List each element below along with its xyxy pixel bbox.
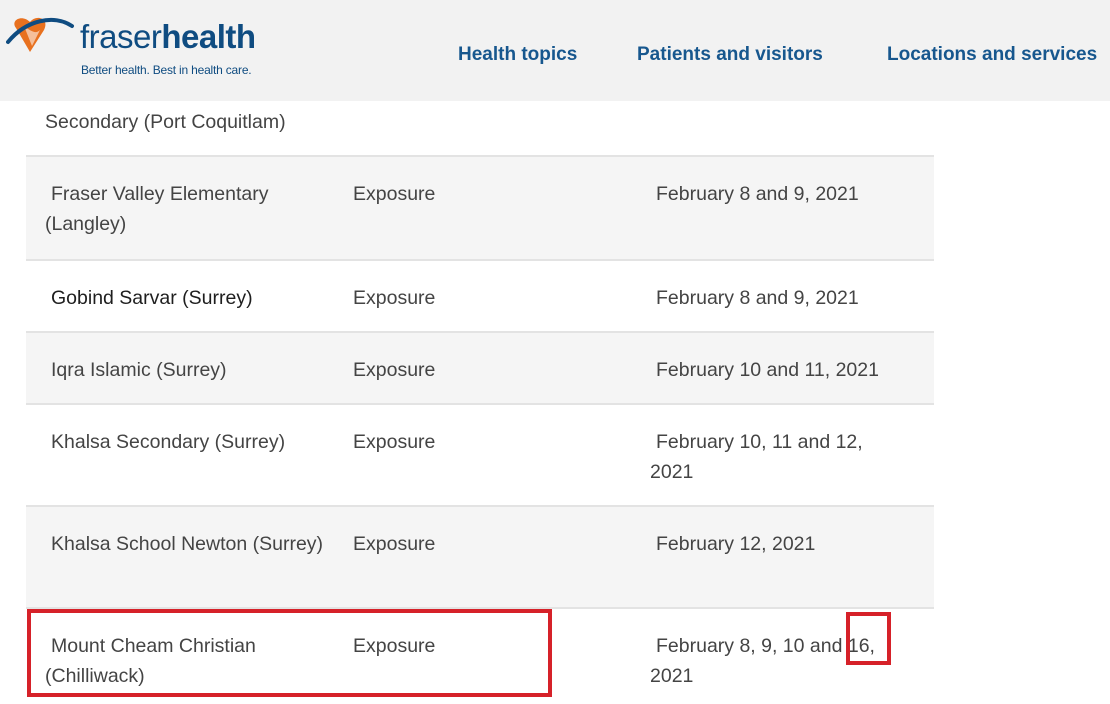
- school-name: Iqra Islamic (Surrey): [51, 359, 227, 381]
- table-row: Gobind Sarvar (Surrey) Exposure February…: [26, 259, 934, 331]
- exposure-type: Exposure: [353, 183, 436, 205]
- exposure-dates: February 12, 2021: [656, 533, 816, 555]
- school-name: Fraser Valley Elementary (Langley): [45, 183, 269, 235]
- exposure-type: Exposure: [353, 431, 436, 453]
- highlight-box-school: [27, 609, 552, 697]
- table-row: Khalsa School Newton (Surrey) Exposure F…: [26, 505, 934, 607]
- site-header: fraserhealth Better health. Best in heal…: [0, 0, 1110, 101]
- exposure-type: Exposure: [353, 533, 436, 555]
- partial-row-school: Secondary (Port Coquitlam): [45, 111, 286, 133]
- exposure-type: Exposure: [353, 359, 436, 381]
- table-row: Khalsa Secondary (Surrey) Exposure Febru…: [26, 403, 934, 505]
- brand-name-light: fraser: [80, 18, 162, 55]
- exposure-dates: February 8 and 9, 2021: [656, 287, 859, 309]
- brand-name[interactable]: fraserhealth: [80, 20, 256, 53]
- nav-patients-and-visitors[interactable]: Patients and visitors: [637, 44, 823, 66]
- exposure-dates: February 10 and 11, 2021: [656, 359, 879, 381]
- school-name: Khalsa Secondary (Surrey): [51, 431, 286, 453]
- table-row: Iqra Islamic (Surrey) Exposure February …: [26, 331, 934, 403]
- brand-tagline: Better health. Best in health care.: [81, 63, 252, 77]
- exposure-dates: February 10, 11 and 12, 2021: [650, 431, 863, 483]
- nav-locations-and-services[interactable]: Locations and services: [887, 44, 1097, 66]
- exposure-dates: February 8 and 9, 2021: [656, 183, 859, 205]
- fraser-health-logo-icon[interactable]: [6, 12, 76, 64]
- brand-name-bold: health: [161, 18, 256, 55]
- school-name: Gobind Sarvar (Surrey): [51, 287, 253, 309]
- school-name: Khalsa School Newton (Surrey): [51, 533, 324, 555]
- exposure-type: Exposure: [353, 287, 436, 309]
- nav-health-topics[interactable]: Health topics: [458, 44, 577, 66]
- table-row: Fraser Valley Elementary (Langley) Expos…: [26, 155, 934, 259]
- highlight-box-date: [846, 612, 891, 665]
